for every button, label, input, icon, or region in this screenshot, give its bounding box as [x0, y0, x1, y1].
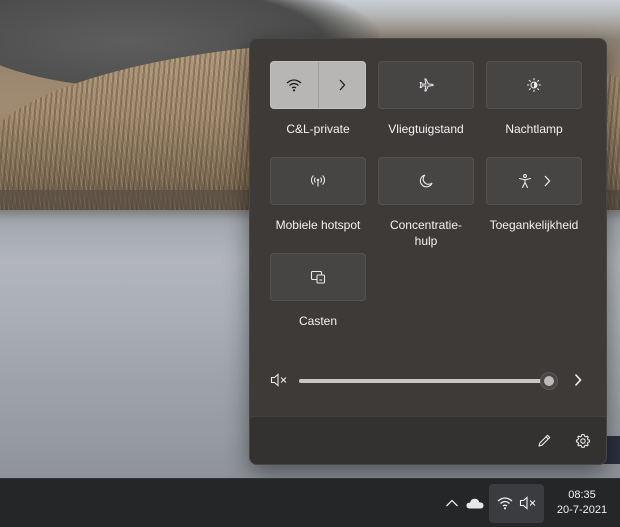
tile-cell-focus-assist: Concentratie- hulp	[378, 157, 474, 249]
tile-cell-night-light: Nachtlamp	[486, 61, 582, 137]
volume-slider[interactable]	[299, 379, 549, 383]
cast-icon	[310, 270, 326, 284]
volume-tray-icon	[517, 492, 539, 514]
wifi-icon	[286, 79, 302, 92]
airplane-mode-tile[interactable]	[378, 61, 474, 109]
night-light-icon	[526, 77, 542, 93]
focus-assist-label-line1: Concentratie-	[389, 218, 463, 232]
network-volume-tray-group[interactable]	[489, 484, 544, 523]
night-light-tile[interactable]	[486, 61, 582, 109]
tile-cell-accessibility: Toegankelijkheid	[486, 157, 582, 233]
taskbar-clock[interactable]: 08:35 20-7-2021	[550, 488, 614, 518]
gear-icon	[575, 433, 591, 448]
wifi-tile[interactable]	[270, 61, 366, 109]
all-settings-button[interactable]	[573, 431, 593, 451]
airplane-icon	[419, 78, 434, 92]
accessibility-tile-label: Toegankelijkheid	[489, 218, 579, 232]
focus-assist-label-line2: hulp	[414, 234, 438, 248]
volume-more-button[interactable]	[573, 373, 583, 392]
tile-cell-hotspot: Mobiele hotspot	[270, 157, 366, 233]
accessibility-icon	[518, 174, 532, 189]
onedrive-tray-button[interactable]	[464, 492, 486, 514]
chevron-right-icon	[339, 79, 346, 91]
tile-cell-cast: Casten	[270, 253, 366, 329]
hotspot-icon	[311, 175, 325, 187]
moon-icon	[419, 174, 433, 188]
quick-settings-footer	[250, 416, 606, 464]
show-hidden-icons-button[interactable]	[441, 492, 463, 514]
clock-time: 08:35	[568, 489, 596, 501]
mobile-hotspot-tile-label: Mobiele hotspot	[275, 218, 361, 232]
mobile-hotspot-tile[interactable]	[270, 157, 366, 205]
cloud-icon	[466, 498, 484, 509]
cast-tile-label: Casten	[298, 314, 338, 328]
tile-cell-airplane: Vliegtuigstand	[378, 61, 474, 137]
volume-slider-fill	[299, 379, 549, 383]
focus-assist-tile[interactable]	[378, 157, 474, 205]
clock-date: 20-7-2021	[556, 504, 608, 516]
wifi-icon	[497, 497, 513, 510]
pencil-icon	[538, 434, 551, 447]
wifi-toggle[interactable]	[271, 62, 318, 108]
chevron-right-icon	[544, 175, 551, 187]
tile-cell-wifi: C&L-private	[270, 61, 366, 137]
accessibility-tile[interactable]	[486, 157, 582, 205]
night-light-tile-label: Nachtlamp	[505, 122, 563, 136]
chevron-up-icon	[446, 499, 458, 507]
chevron-right-icon	[574, 373, 582, 387]
taskbar: 08:35 20-7-2021	[0, 478, 620, 527]
cast-tile[interactable]	[270, 253, 366, 301]
focus-assist-tile-label: Concentratie- hulp	[378, 217, 474, 249]
volume-slider-thumb[interactable]	[540, 372, 558, 390]
speaker-muted-icon[interactable]	[270, 372, 288, 393]
airplane-mode-tile-label: Vliegtuigstand	[388, 122, 464, 136]
wifi-networks-button[interactable]	[319, 62, 366, 108]
speaker-muted-icon	[519, 496, 536, 510]
quick-settings-panel: C&L-private Vliegtuigstand Nachtlamp Mob…	[249, 38, 607, 465]
network-tray-icon	[494, 492, 516, 514]
edit-quick-settings-button[interactable]	[534, 431, 554, 451]
wifi-tile-label: C&L-private	[286, 122, 350, 136]
volume-row	[270, 369, 588, 393]
